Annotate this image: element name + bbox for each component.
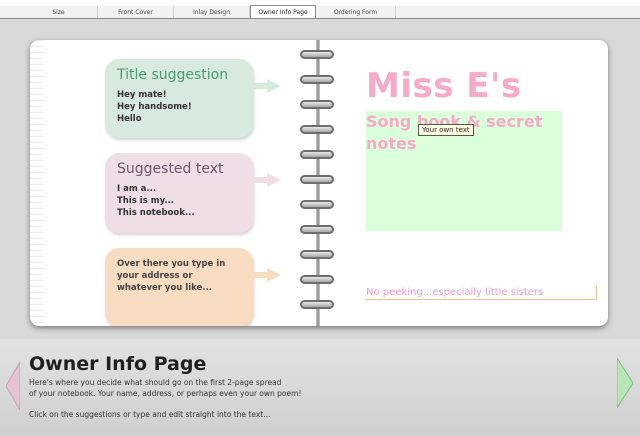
page-description: Here's where you decide what should go o… xyxy=(29,377,339,399)
address-hint-bubble: Over there you type in your address or w… xyxy=(105,248,281,326)
tab-front-cover[interactable]: Front Cover xyxy=(98,6,174,18)
spiral-ring xyxy=(300,75,334,84)
suggested-text-heading: Suggested text xyxy=(117,161,224,177)
tooltip: Your own text xyxy=(418,124,474,136)
title-suggestion-bubble[interactable]: Title suggestion Hey mate! Hey handsome!… xyxy=(105,59,281,138)
owner-title-text[interactable]: Miss E's xyxy=(366,66,522,106)
tab-size[interactable]: Size xyxy=(20,6,98,18)
spiral-ring xyxy=(300,225,334,234)
instruction-text: Click on the suggestions or type and edi… xyxy=(29,410,271,419)
tab-inlay-design[interactable]: Inlay Design xyxy=(174,6,250,18)
spiral-ring xyxy=(300,50,334,59)
arrow-left-icon[interactable] xyxy=(6,362,20,410)
suggested-text-option[interactable]: This is my... xyxy=(117,195,241,207)
footer-text-field[interactable]: No peeking...especially little sisters xyxy=(366,286,597,300)
address-hint-line: Over there you type in xyxy=(117,259,226,269)
suggested-text-bubble[interactable]: Suggested text I am a... This is my... T… xyxy=(105,153,281,233)
spiral-ring xyxy=(300,275,334,284)
address-hint-line: your address or xyxy=(117,271,193,281)
title-suggestion-option[interactable]: Hey handsome! xyxy=(117,101,241,113)
ruler-strip xyxy=(30,40,44,326)
title-suggestion-option[interactable]: Hello xyxy=(117,113,241,125)
title-suggestion-option[interactable]: Hey mate! xyxy=(117,89,241,101)
description-line: of your notebook. Your name, address, or… xyxy=(29,389,302,398)
spiral-ring xyxy=(300,200,334,209)
subtitle-line: notes xyxy=(366,134,417,153)
title-suggestion-heading: Title suggestion xyxy=(117,67,229,83)
spiral-ring xyxy=(300,250,334,259)
arrow-right-icon xyxy=(251,79,281,93)
spiral-ring xyxy=(300,150,334,159)
description-line: Here's where you decide what should go o… xyxy=(29,378,282,387)
arrow-right-icon[interactable] xyxy=(617,358,633,408)
suggested-text-option[interactable]: I am a... xyxy=(117,183,241,195)
spiral-ring xyxy=(300,175,334,184)
tab-bar: Size Front Cover Inlay Design Owner Info… xyxy=(0,5,640,19)
spiral-ring xyxy=(300,100,334,109)
arrow-right-icon xyxy=(251,173,281,187)
tab-ordering-form[interactable]: Ordering Form xyxy=(316,6,396,18)
page-title: Owner Info Page xyxy=(29,353,207,375)
tab-owner-info-page[interactable]: Owner Info Page xyxy=(250,5,316,18)
spiral-ring xyxy=(300,300,334,309)
arrow-right-icon xyxy=(251,268,281,282)
address-hint-line: whatever you like... xyxy=(117,283,213,293)
spiral-ring xyxy=(300,125,334,134)
suggested-text-option[interactable]: This notebook... xyxy=(117,207,241,219)
